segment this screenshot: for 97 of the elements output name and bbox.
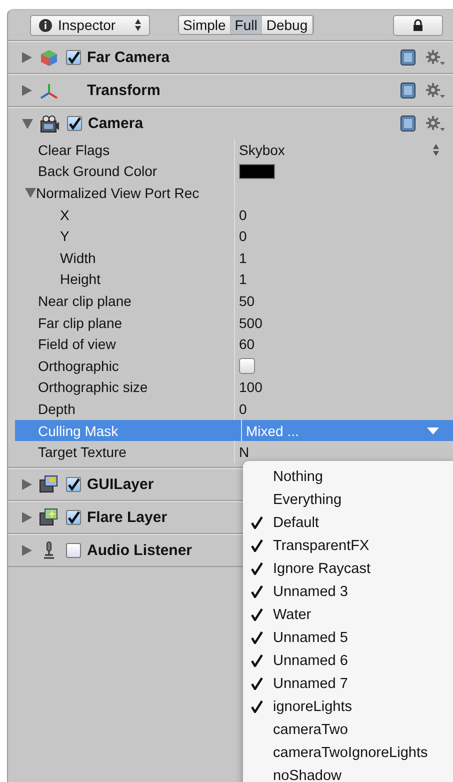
check-icon — [251, 654, 263, 667]
info-icon — [39, 18, 52, 32]
property-value[interactable]: 1 — [239, 271, 247, 288]
property-label: Orthographic — [38, 358, 119, 374]
property-label: Culling Mask — [38, 422, 118, 439]
camera-icon — [40, 114, 60, 132]
lock-icon — [413, 19, 423, 31]
help-book-icon[interactable] — [400, 115, 416, 132]
property-value[interactable]: 1 — [239, 250, 247, 266]
layer-icon — [39, 475, 59, 494]
component-title: Far Camera — [87, 49, 170, 66]
menu-item[interactable]: noShadow — [243, 764, 453, 782]
collapse-triangle-icon[interactable] — [25, 188, 36, 198]
menu-item[interactable]: Everything — [243, 488, 453, 511]
enable-checkbox[interactable] — [66, 542, 81, 558]
settings-gear-icon[interactable] — [426, 116, 445, 132]
expand-triangle-icon[interactable] — [22, 544, 32, 556]
property-label: Depth — [38, 400, 76, 417]
check-icon — [251, 585, 263, 598]
check-icon — [251, 516, 263, 529]
settings-gear-icon[interactable] — [426, 82, 445, 98]
property-value[interactable]: 60 — [239, 336, 255, 352]
enable-checkbox[interactable] — [66, 476, 81, 492]
component-title: GUILayer — [87, 476, 154, 493]
property-label: Far clip plane — [38, 314, 122, 331]
property-value[interactable]: 50 — [239, 292, 255, 309]
menu-item[interactable]: Water — [243, 603, 453, 626]
help-book-icon[interactable] — [400, 49, 416, 66]
expand-triangle-icon[interactable] — [22, 52, 32, 63]
property-value[interactable]: N — [239, 444, 250, 460]
check-icon — [251, 677, 263, 690]
menu-item[interactable]: Ignore Raycast — [243, 557, 453, 580]
property-label: Height — [60, 271, 100, 288]
dropdown-caret-icon[interactable] — [427, 427, 439, 434]
selected-row-highlight[interactable]: Culling Mask Mixed ... — [15, 420, 453, 442]
property-label: X — [60, 206, 70, 223]
settings-gear-icon[interactable] — [426, 50, 445, 66]
dropdown-value[interactable]: Mixed ... — [246, 422, 299, 439]
component-title: Camera — [88, 115, 144, 132]
check-icon — [67, 51, 80, 64]
component-title: Flare Layer — [87, 508, 168, 526]
property-label: Field of view — [38, 336, 116, 352]
color-swatch[interactable] — [239, 164, 275, 179]
property-value[interactable]: 0 — [239, 400, 247, 417]
menu-item[interactable]: Unnamed 5 — [243, 626, 453, 649]
enable-checkbox[interactable] — [66, 50, 81, 65]
property-value[interactable]: 0 — [239, 228, 247, 244]
component-title: Transform — [87, 82, 160, 99]
property-value[interactable]: 500 — [239, 314, 262, 331]
check-icon — [251, 562, 263, 575]
check-icon — [67, 510, 80, 524]
expand-triangle-icon[interactable] — [22, 478, 32, 490]
check-icon — [251, 631, 263, 644]
menu-item[interactable]: Nothing — [243, 465, 453, 488]
mode-tab[interactable]: Full — [230, 16, 262, 34]
microphone-icon — [41, 541, 57, 560]
layer-icon — [39, 508, 59, 526]
enable-checkbox[interactable] — [67, 116, 82, 131]
enable-checkbox[interactable] — [66, 510, 81, 525]
dropdown-value[interactable]: Skybox — [239, 142, 285, 158]
menu-item[interactable]: Unnamed 3 — [243, 580, 453, 603]
lock-button[interactable] — [393, 14, 443, 36]
expand-triangle-icon[interactable] — [22, 512, 32, 523]
property-label: Target Texture — [38, 444, 126, 460]
property-label: Near clip plane — [38, 292, 132, 309]
inspector-dropdown[interactable]: Inspector — [30, 14, 150, 36]
check-icon — [251, 700, 263, 713]
property-label: Orthographic size — [38, 379, 148, 396]
orthographic-checkbox[interactable] — [239, 358, 255, 374]
property-value[interactable]: 0 — [239, 206, 247, 223]
menu-item[interactable]: Default — [243, 511, 453, 534]
check-icon — [251, 539, 263, 552]
expand-triangle-icon[interactable] — [22, 85, 32, 96]
property-label: Clear Flags — [38, 142, 110, 158]
menu-item[interactable]: cameraTwo — [243, 718, 453, 741]
axes-icon — [39, 82, 59, 100]
check-icon — [67, 478, 80, 491]
property-label: Back Ground Color — [38, 163, 158, 180]
help-book-icon[interactable] — [400, 82, 416, 99]
collapse-triangle-icon[interactable] — [22, 118, 33, 128]
property-value[interactable]: 100 — [239, 379, 262, 396]
property-label: Normalized View Port Rec — [36, 184, 200, 201]
cube-icon — [40, 48, 58, 66]
up-down-arrows-icon[interactable] — [433, 144, 439, 156]
menu-item[interactable]: Unnamed 7 — [243, 672, 453, 695]
check-icon — [68, 117, 81, 130]
up-down-arrows-icon — [135, 19, 141, 31]
mode-tab[interactable]: Debug — [262, 16, 313, 34]
menu-item[interactable]: ignoreLights — [243, 695, 453, 718]
menu-item[interactable]: cameraTwoIgnoreLights — [243, 741, 453, 764]
component-title: Audio Listener — [87, 542, 192, 559]
mode-tab[interactable]: Simple — [179, 16, 231, 34]
property-label: Y — [60, 228, 70, 244]
check-icon — [251, 608, 263, 621]
menu-item[interactable]: TransparentFX — [243, 534, 453, 557]
property-label: Width — [60, 250, 96, 266]
menu-item[interactable]: Unnamed 6 — [243, 649, 453, 672]
